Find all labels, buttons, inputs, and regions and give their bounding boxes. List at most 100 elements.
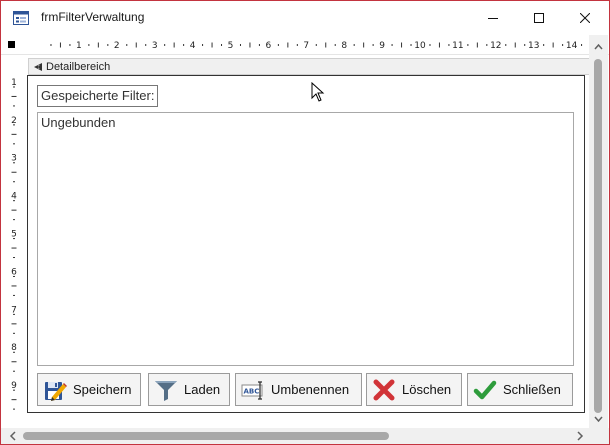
minimize-icon bbox=[488, 17, 498, 19]
save-button[interactable]: Speichern bbox=[37, 373, 141, 406]
ruler-label: 5 bbox=[228, 41, 234, 51]
ruler-tick bbox=[438, 42, 440, 48]
ruler-tick bbox=[13, 181, 15, 183]
ruler-tick bbox=[183, 44, 185, 46]
ruler-tick bbox=[97, 42, 99, 48]
ruler-tick bbox=[11, 133, 17, 135]
ruler-tick bbox=[562, 44, 564, 46]
ruler-tick bbox=[13, 257, 15, 259]
ruler-label: 14 bbox=[566, 41, 578, 51]
horizontal-scrollbar[interactable] bbox=[1, 428, 609, 444]
ruler-label: 13 bbox=[528, 41, 539, 51]
ruler-tick bbox=[372, 44, 374, 46]
ruler-tick bbox=[249, 42, 251, 48]
green-check-icon bbox=[473, 380, 497, 399]
scroll-up-icon bbox=[594, 43, 603, 50]
close-window-button[interactable] bbox=[562, 1, 608, 34]
ruler-label: 3 bbox=[11, 154, 17, 164]
close-form-button[interactable]: Schließen bbox=[467, 373, 573, 406]
ruler-label: 9 bbox=[11, 381, 17, 391]
svg-text:ABC: ABC bbox=[244, 387, 260, 395]
ruler-label: 5 bbox=[11, 230, 17, 240]
minimize-button[interactable] bbox=[470, 1, 516, 34]
ruler-tick bbox=[476, 42, 478, 48]
vertical-scrollbar[interactable] bbox=[589, 35, 608, 429]
load-button[interactable]: Laden bbox=[148, 373, 230, 406]
ruler-tick bbox=[126, 44, 128, 46]
ruler-tick bbox=[401, 42, 403, 48]
detail-area: Gespeicherte Filter: Ungebunden Speicher… bbox=[27, 75, 585, 413]
scroll-left-icon bbox=[9, 431, 16, 441]
title-bar[interactable]: frmFilterVerwaltung bbox=[1, 1, 609, 34]
scroll-right-icon bbox=[577, 431, 584, 441]
ruler-label: 10 bbox=[414, 41, 426, 51]
ruler-label: 8 bbox=[341, 41, 347, 51]
ruler-tick bbox=[287, 42, 289, 48]
ruler-tick bbox=[11, 209, 17, 211]
ruler-tick bbox=[505, 44, 507, 46]
horizontal-ruler: 1 2 3 4 5 6 7 8 9 10 11 12 13 14 bbox=[1, 35, 609, 55]
ruler-tick bbox=[221, 44, 223, 46]
list-item[interactable]: Ungebunden bbox=[41, 115, 115, 130]
ruler-tick bbox=[486, 44, 488, 46]
ruler-tick bbox=[11, 247, 17, 249]
ruler-label: 4 bbox=[11, 192, 17, 202]
rename-button[interactable]: ABC Umbenennen bbox=[235, 373, 362, 406]
ruler-label: 2 bbox=[114, 41, 120, 51]
ruler-tick bbox=[277, 44, 279, 46]
ruler-tick bbox=[353, 44, 355, 46]
ruler-tick bbox=[173, 42, 175, 48]
ruler-label: 7 bbox=[11, 305, 17, 315]
maximize-button[interactable] bbox=[516, 1, 562, 34]
ruler-tick bbox=[391, 44, 393, 46]
ruler-tick bbox=[543, 44, 545, 46]
horizontal-scroll-thumb[interactable] bbox=[23, 432, 389, 440]
vertical-scroll-thumb[interactable] bbox=[594, 59, 602, 413]
ruler-tick bbox=[107, 44, 109, 46]
ruler-tick bbox=[145, 44, 147, 46]
window-title: frmFilterVerwaltung bbox=[41, 10, 145, 24]
ruler-tick bbox=[211, 42, 213, 48]
ruler-tick bbox=[325, 42, 327, 48]
ruler-tick bbox=[13, 105, 15, 107]
horizontal-ruler-scale: 1 2 3 4 5 6 7 8 9 10 11 12 13 14 bbox=[50, 41, 592, 51]
ruler-tick bbox=[239, 44, 241, 46]
ruler-tick bbox=[11, 171, 17, 173]
form-icon bbox=[13, 11, 29, 25]
ruler-tick bbox=[13, 143, 15, 145]
ruler-tick bbox=[552, 42, 554, 48]
ruler-tick bbox=[13, 219, 15, 221]
ruler-tick bbox=[11, 285, 17, 287]
ruler-tick bbox=[69, 44, 71, 46]
load-button-label: Laden bbox=[184, 382, 221, 397]
section-arrow-icon bbox=[34, 63, 42, 71]
ruler-corner-selector[interactable] bbox=[8, 41, 15, 48]
detail-section-header[interactable]: Detailbereich bbox=[28, 58, 593, 75]
ruler-tick bbox=[334, 44, 336, 46]
ruler-label: 1 bbox=[11, 78, 17, 88]
ruler-tick bbox=[524, 44, 526, 46]
maximize-icon bbox=[534, 12, 544, 23]
ruler-label: 12 bbox=[490, 41, 501, 51]
ruler-label: 3 bbox=[152, 41, 158, 51]
ruler-label: 6 bbox=[11, 267, 17, 277]
ruler-tick bbox=[13, 294, 15, 296]
ruler-label: 7 bbox=[303, 41, 309, 51]
delete-button[interactable]: Löschen bbox=[366, 373, 462, 406]
ruler-tick bbox=[202, 44, 204, 46]
ruler-tick bbox=[581, 44, 583, 46]
ruler-tick bbox=[50, 44, 52, 46]
ruler-tick bbox=[13, 408, 15, 410]
delete-button-label: Löschen bbox=[402, 382, 452, 397]
ruler-tick bbox=[448, 44, 450, 46]
ruler-label: 1 bbox=[76, 41, 82, 51]
ruler-tick bbox=[164, 44, 166, 46]
close-button-label: Schließen bbox=[503, 382, 561, 397]
ruler-tick bbox=[13, 370, 15, 372]
rename-button-label: Umbenennen bbox=[271, 382, 350, 397]
ruler-tick bbox=[11, 323, 17, 325]
ruler-tick bbox=[135, 42, 137, 48]
ruler-tick bbox=[467, 44, 469, 46]
close-icon bbox=[580, 12, 590, 23]
saved-filters-listbox[interactable]: Ungebunden bbox=[37, 112, 574, 366]
